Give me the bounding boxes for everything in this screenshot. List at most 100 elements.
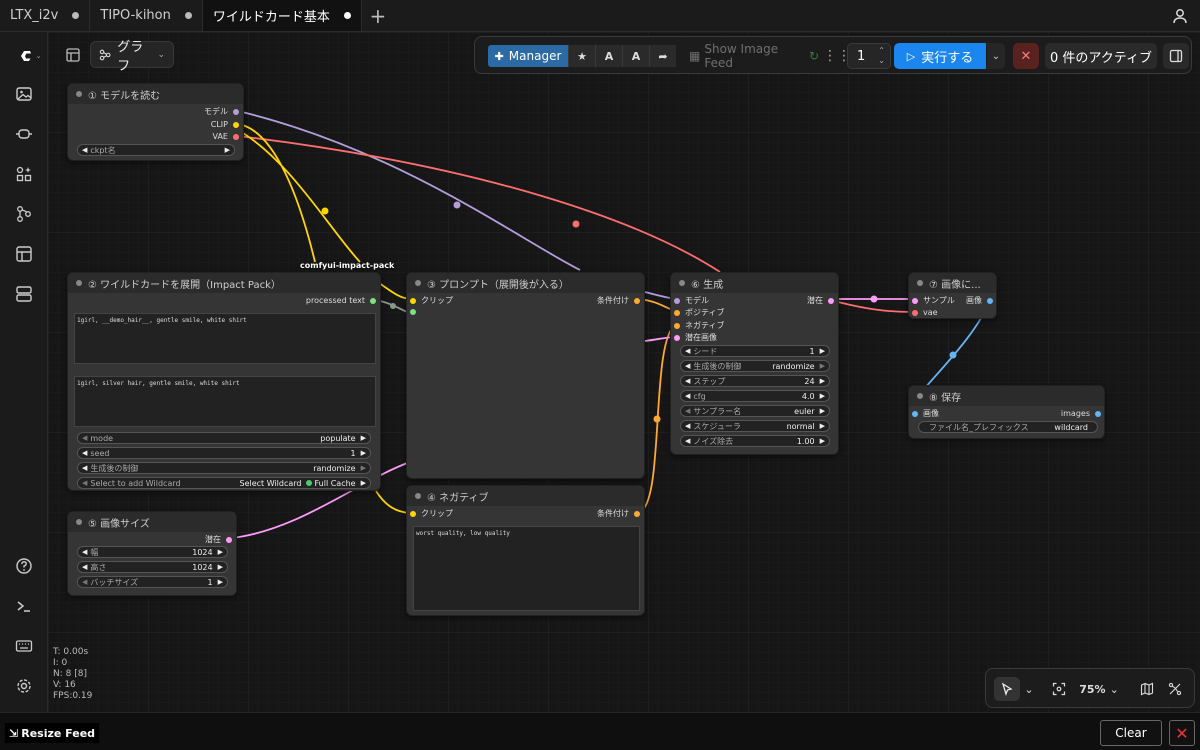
output-slot-processed-text[interactable]: processed text bbox=[306, 296, 376, 306]
arrow-right-icon[interactable]: ▶ bbox=[361, 479, 366, 487]
collapse-dot-icon[interactable] bbox=[415, 493, 421, 499]
arrow-right-icon[interactable]: ▶ bbox=[820, 407, 825, 415]
collapse-dot-icon[interactable] bbox=[76, 519, 82, 525]
arrow-right-icon[interactable]: ▶ bbox=[820, 437, 825, 445]
input-slot-negative[interactable]: ネガティブ bbox=[674, 321, 725, 331]
arrow-left-icon[interactable]: ◀ bbox=[685, 347, 690, 355]
arrow-left-icon[interactable]: ◀ bbox=[82, 464, 87, 472]
output-slot-latent[interactable]: 潜在 bbox=[807, 296, 834, 306]
node-title[interactable]: ② ワイルドカードを展開（Impact Pack） bbox=[68, 273, 380, 293]
sidebar-item-templates[interactable] bbox=[14, 244, 34, 264]
arrow-right-icon[interactable]: ▶ bbox=[218, 578, 223, 586]
batch-count-input[interactable]: 1 ⌃ ⌄ bbox=[847, 43, 891, 69]
stepper-arrows-icon[interactable]: ⌃ ⌄ bbox=[878, 46, 885, 66]
collapse-dot-icon[interactable] bbox=[76, 91, 82, 97]
output-slot-conditioning[interactable]: 条件付け bbox=[597, 509, 640, 519]
node-wildcard-processor[interactable]: ② ワイルドカードを展開（Impact Pack） processed text… bbox=[67, 272, 381, 491]
run-button[interactable]: ▷ 実行する bbox=[894, 43, 986, 69]
input-slot-clip[interactable]: クリップ bbox=[410, 296, 453, 306]
arrow-right-icon[interactable]: ▶ bbox=[361, 449, 366, 457]
widget-denoise[interactable]: ◀ ノイズ除去 1.00 ▶ bbox=[680, 435, 830, 447]
node-empty-latent-image[interactable]: ⑤ 画像サイズ 潜在 ◀ 幅 1024 ▶ ◀ 高さ 1024 ▶ ◀ バッチサイズ 1 ▶ bbox=[67, 511, 237, 596]
input-slot-images[interactable]: 画像 bbox=[912, 409, 939, 419]
arrow-left-icon[interactable]: ◀ bbox=[82, 434, 87, 442]
arrow-right-icon[interactable]: ▶ bbox=[218, 548, 223, 556]
output-pin[interactable] bbox=[233, 109, 239, 115]
input-pin[interactable] bbox=[912, 298, 918, 304]
run-options-button[interactable]: ⌄ bbox=[987, 43, 1005, 69]
arrow-right-icon[interactable]: ▶ bbox=[361, 464, 366, 472]
widget-seed[interactable]: ◀ seed 1 ▶ bbox=[77, 447, 371, 459]
arrow-right-icon[interactable]: ▶ bbox=[820, 392, 825, 400]
output-slot-clip[interactable]: CLIP bbox=[211, 120, 239, 130]
user-button[interactable] bbox=[1170, 6, 1190, 26]
graph-menu-button[interactable]: グラフ ⌄ bbox=[90, 40, 174, 74]
collapse-dot-icon[interactable] bbox=[679, 280, 685, 286]
arrow-left-icon[interactable]: ◀ bbox=[685, 392, 690, 400]
cancel-run-button[interactable]: ✕ bbox=[1013, 43, 1039, 69]
input-pin[interactable] bbox=[410, 511, 416, 517]
node-title[interactable]: ⑤ 画像サイズ bbox=[68, 512, 236, 532]
sidebar-item-workflows[interactable] bbox=[14, 204, 34, 224]
input-pin[interactable] bbox=[410, 309, 416, 315]
node-title[interactable]: ④ ネガティブ bbox=[407, 486, 644, 506]
node-negative-prompt[interactable]: ④ ネガティブ クリップ 条件付け worst quality, low qua… bbox=[406, 485, 645, 616]
widget-scheduler[interactable]: ◀ スケジューラ normal ▶ bbox=[680, 420, 830, 432]
manager-button[interactable]: ✚ Manager bbox=[488, 45, 568, 67]
widget-ckpt-name[interactable]: ◀ ckpt名 ▶ bbox=[77, 144, 235, 156]
select-tool-button[interactable] bbox=[994, 677, 1020, 701]
wildcard-text-input[interactable]: 1girl, __demo_hair__, gentle smile, whit… bbox=[74, 313, 376, 364]
output-slot-images[interactable]: images bbox=[1061, 409, 1101, 419]
widget-mode[interactable]: ◀ mode populate ▶ bbox=[77, 432, 371, 444]
active-queue-button[interactable]: 0 件のアクティブ bbox=[1045, 43, 1157, 69]
collapse-dot-icon[interactable] bbox=[76, 280, 82, 286]
widget-batch-size[interactable]: ◀ バッチサイズ 1 ▶ bbox=[77, 576, 228, 588]
node-positive-prompt[interactable]: ③ プロンプト（展開後が入る） クリップ 条件付け bbox=[406, 272, 645, 479]
sidebar-item-queue[interactable] bbox=[14, 284, 34, 304]
node-title[interactable]: ⑦ 画像に... bbox=[909, 273, 996, 293]
node-save-image[interactable]: ⑧ 保存 画像 images ファイル名_プレフィックス wildcard bbox=[908, 385, 1105, 439]
collapse-dot-icon[interactable] bbox=[917, 393, 923, 399]
output-slot-vae[interactable]: VAE bbox=[213, 132, 239, 142]
widget-control-after-generate[interactable]: ◀ 生成後の制御 randomize ▶ bbox=[77, 462, 371, 474]
tab-wildcard-basic[interactable]: ワイルドカード基本 bbox=[202, 0, 362, 31]
share-button[interactable]: ➦ bbox=[649, 45, 676, 67]
input-slot-vae[interactable]: vae bbox=[912, 308, 938, 318]
sidebar-item-models[interactable] bbox=[14, 124, 34, 144]
fit-view-button[interactable] bbox=[1048, 677, 1070, 701]
output-pin[interactable] bbox=[987, 298, 993, 304]
input-pin[interactable] bbox=[674, 310, 680, 316]
widget-filename-prefix[interactable]: ファイル名_プレフィックス wildcard bbox=[918, 421, 1098, 433]
arrow-left-icon[interactable]: ◀ bbox=[82, 146, 87, 154]
arrow-left-icon[interactable]: ◀ bbox=[685, 407, 690, 415]
widget-steps[interactable]: ◀ ステップ 24 ▶ bbox=[680, 375, 830, 387]
widget-width[interactable]: ◀ 幅 1024 ▶ bbox=[77, 546, 228, 558]
arrow-left-icon[interactable]: ◀ bbox=[82, 578, 87, 586]
output-slot-conditioning[interactable]: 条件付け bbox=[597, 296, 640, 306]
output-slot-image[interactable]: 画像 bbox=[966, 296, 993, 306]
show-image-feed-button[interactable]: ▦ Show Image Feed ↻ bbox=[689, 42, 819, 70]
node-vae-decode[interactable]: ⑦ 画像に... サンプル vae 画像 bbox=[908, 272, 997, 319]
arrow-left-icon[interactable]: ◀ bbox=[82, 449, 87, 457]
sidebar-item-images[interactable] bbox=[14, 84, 34, 104]
drag-handle-icon[interactable]: ⋮⋮ bbox=[823, 47, 851, 65]
input-pin[interactable] bbox=[912, 411, 918, 417]
close-feed-button[interactable]: ✕ bbox=[1169, 720, 1195, 746]
arrow-right-icon[interactable]: ▶ bbox=[820, 347, 825, 355]
widget-cfg[interactable]: ◀ cfg 4.0 ▶ bbox=[680, 390, 830, 402]
arrow-left-icon[interactable]: ◀ bbox=[685, 362, 690, 370]
input-pin[interactable] bbox=[410, 298, 416, 304]
resize-feed-button[interactable]: ⇲ Resize Feed bbox=[5, 723, 100, 743]
node-ksampler[interactable]: ⑥ 生成 モデル ポジティブ ネガティブ 潜在画像 潜在 ◀ シード 1 ▶ ◀ 生成… bbox=[670, 272, 839, 455]
arrow-left-icon[interactable]: ◀ bbox=[685, 437, 690, 445]
widget-control-after-generate[interactable]: ◀ 生成後の制御 randomize ▶ bbox=[680, 360, 830, 372]
clear-feed-button[interactable]: Clear bbox=[1100, 720, 1162, 746]
collapse-dot-icon[interactable] bbox=[415, 280, 421, 286]
panel-toggle-button[interactable] bbox=[64, 46, 82, 64]
toggle-links-button[interactable] bbox=[1164, 677, 1186, 701]
tab-tipo-kihon[interactable]: TIPO-kihon bbox=[90, 0, 203, 31]
sidebar-settings[interactable] bbox=[14, 676, 34, 696]
output-pin[interactable] bbox=[233, 122, 239, 128]
widget-sampler-name[interactable]: ◀ サンプラー名 euler ▶ bbox=[680, 405, 830, 417]
input-pin[interactable] bbox=[912, 310, 918, 316]
